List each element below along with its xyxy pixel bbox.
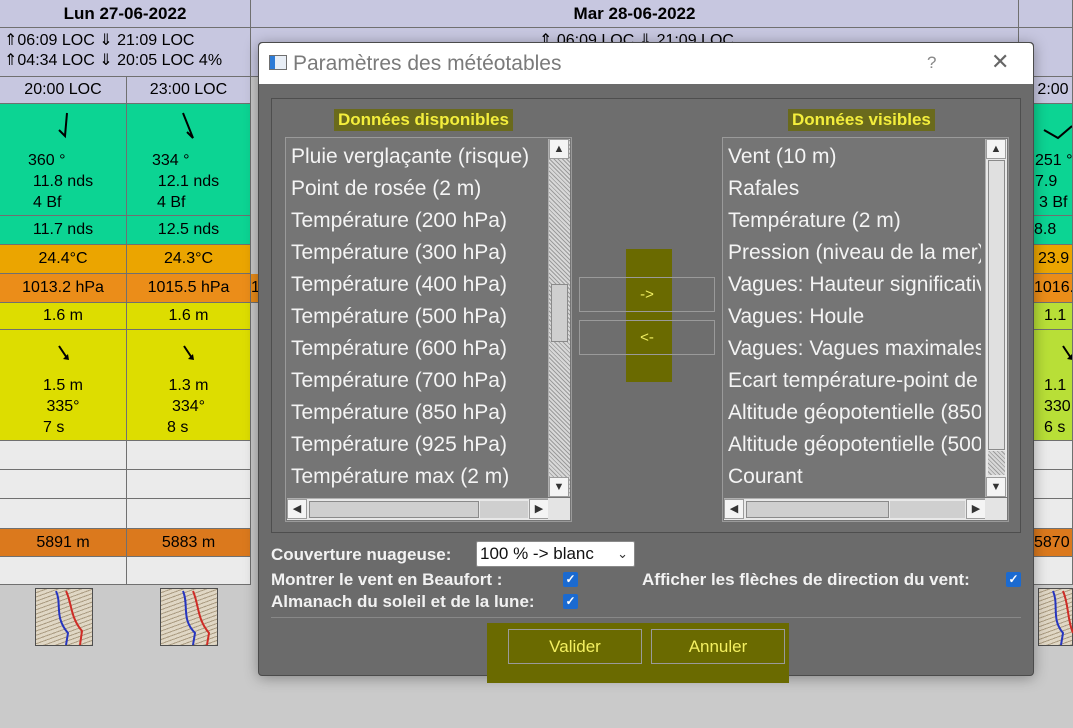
wind-arrows-checkbox[interactable]: ✓ — [1006, 572, 1021, 587]
scroll-corner — [548, 498, 570, 520]
cloud-cover-label: Couverture nuageuse: — [271, 545, 452, 564]
help-icon[interactable]: ? — [927, 53, 936, 73]
window-app-icon — [269, 55, 287, 70]
remove-from-visible-button[interactable]: <- — [579, 320, 715, 355]
scrollbar-thumb[interactable] — [746, 501, 889, 518]
almanac-checkbox[interactable]: ✓ — [563, 594, 578, 609]
beaufort-checkbox[interactable]: ✓ — [563, 572, 578, 587]
list-item[interactable]: Température (200 hPa) — [286, 205, 544, 237]
scroll-up-icon[interactable]: ▲ — [986, 139, 1006, 159]
list-item[interactable]: Température (400 hPa) — [286, 269, 544, 301]
dialog-title: Paramètres des météotables — [293, 52, 562, 75]
scroll-left-icon[interactable]: ◀ — [287, 499, 307, 519]
scroll-down-icon[interactable]: ▼ — [549, 477, 569, 497]
list-item[interactable]: Température (2 m) — [723, 205, 981, 237]
list-item[interactable]: Température (300 hPa) — [286, 237, 544, 269]
list-item[interactable]: Courant — [723, 461, 981, 493]
move-buttons-highlight — [626, 249, 672, 382]
list-item[interactable]: Ecart température-point de rosée — [723, 365, 981, 397]
scrollbar-thumb[interactable] — [309, 501, 479, 518]
footer-divider — [271, 617, 1021, 618]
available-vertical-scrollbar[interactable]: ▲ ▼ — [548, 139, 570, 497]
scroll-corner — [985, 498, 1007, 520]
scrollbar-thumb[interactable] — [988, 160, 1005, 450]
available-items: Pluie verglaçante (risque) Point de rosé… — [286, 141, 544, 493]
settings-dialog: Paramètres des météotables ? ✕ Données d… — [258, 42, 1034, 683]
close-icon[interactable]: ✕ — [991, 49, 1009, 75]
scrollbar-track[interactable] — [890, 501, 965, 518]
list-item[interactable]: Altitude géopotentielle (500 hPa) — [723, 429, 981, 461]
list-item[interactable]: Vagues: Vagues maximales — [723, 333, 981, 365]
scrollbar-track[interactable] — [988, 451, 1005, 475]
scrollbar-track[interactable] — [480, 501, 528, 518]
list-item[interactable]: Pression (niveau de la mer) — [723, 237, 981, 269]
wind-arrows-label: Afficher les flèches de direction du ven… — [642, 570, 970, 589]
visible-items: Vent (10 m) Rafales Température (2 m) Pr… — [723, 141, 981, 493]
dialog-titlebar[interactable]: Paramètres des météotables ? ✕ — [259, 43, 1033, 84]
scroll-left-icon[interactable]: ◀ — [724, 499, 744, 519]
scroll-up-icon[interactable]: ▲ — [549, 139, 569, 159]
chevron-down-icon: ⌄ — [617, 546, 628, 561]
visible-data-list[interactable]: Vent (10 m) Rafales Température (2 m) Pr… — [722, 137, 1009, 522]
list-item[interactable]: Vagues: Hauteur significative — [723, 269, 981, 301]
scrollbar-thumb[interactable] — [551, 284, 568, 342]
list-item[interactable]: Altitude géopotentielle (850 hPa) — [723, 397, 981, 429]
list-item[interactable]: Température (600 hPa) — [286, 333, 544, 365]
list-item[interactable]: Température (500 hPa) — [286, 301, 544, 333]
cloud-cover-select[interactable]: 100 % -> blanc ⌄ — [476, 541, 635, 567]
visible-horizontal-scrollbar[interactable]: ◀ ▶ — [724, 498, 986, 520]
scroll-right-icon[interactable]: ▶ — [529, 499, 549, 519]
list-item[interactable]: Température (700 hPa) — [286, 365, 544, 397]
cancel-button[interactable]: Annuler — [651, 629, 785, 664]
available-horizontal-scrollbar[interactable]: ◀ ▶ — [287, 498, 549, 520]
validate-button[interactable]: Valider — [508, 629, 642, 664]
list-item[interactable]: Température (925 hPa) — [286, 429, 544, 461]
almanac-label: Almanach du soleil et de la lune: — [271, 592, 535, 611]
available-data-list[interactable]: Pluie verglaçante (risque) Point de rosé… — [285, 137, 572, 522]
visible-data-label: Données visibles — [788, 109, 935, 131]
available-data-label: Données disponibles — [334, 109, 513, 131]
list-item[interactable]: Rafales — [723, 173, 981, 205]
list-item[interactable]: Température max (2 m) — [286, 461, 544, 493]
list-item[interactable]: Température (850 hPa) — [286, 397, 544, 429]
scroll-down-icon[interactable]: ▼ — [986, 477, 1006, 497]
cloud-cover-value: 100 % -> blanc — [480, 544, 594, 563]
add-to-visible-button[interactable]: -> — [579, 277, 715, 312]
beaufort-label: Montrer le vent en Beaufort : — [271, 570, 503, 589]
list-item[interactable]: Vagues: Houle — [723, 301, 981, 333]
list-item[interactable]: Point de rosée (2 m) — [286, 173, 544, 205]
list-item[interactable]: Vent (10 m) — [723, 141, 981, 173]
visible-vertical-scrollbar[interactable]: ▲ ▼ — [985, 139, 1007, 497]
scroll-right-icon[interactable]: ▶ — [966, 499, 986, 519]
list-item[interactable]: Pluie verglaçante (risque) — [286, 141, 544, 173]
